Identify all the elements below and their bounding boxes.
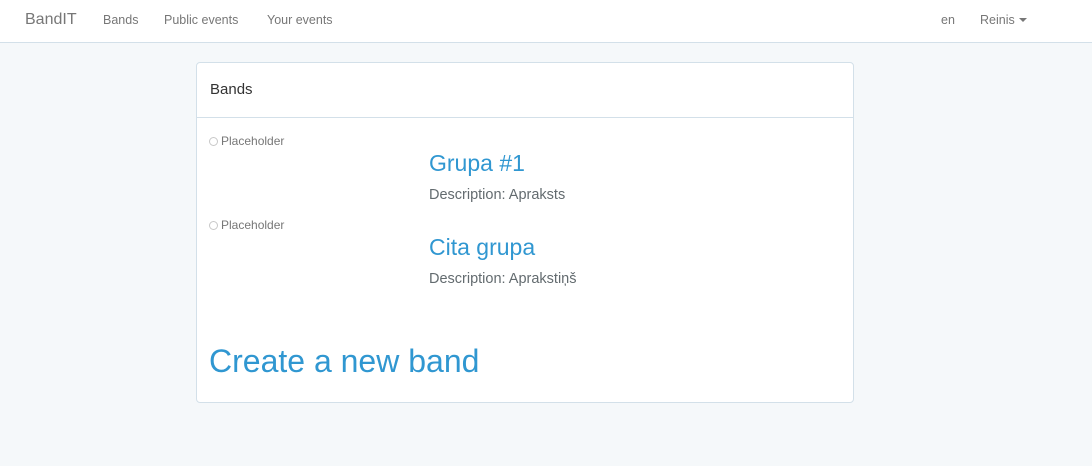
band-image-placeholder: Placeholder	[209, 218, 284, 232]
band-image-alt: Placeholder	[221, 218, 285, 232]
bands-panel: Bands Placeholder Grupa #1 Description: …	[196, 62, 854, 403]
create-band-link[interactable]: Create a new band	[209, 343, 479, 380]
band-description: Description: Aprakstiņš	[429, 271, 577, 287]
band-name-link[interactable]: Cita grupa	[429, 234, 535, 261]
band-item: Placeholder Cita grupa Description: Apra…	[197, 216, 853, 296]
broken-image-icon	[209, 136, 218, 146]
language-switcher[interactable]: en	[941, 13, 955, 27]
band-image-alt: Placeholder	[221, 134, 285, 148]
nav-link-public-events[interactable]: Public events	[164, 13, 238, 27]
panel-title: Bands	[210, 81, 253, 98]
nav-link-your-events[interactable]: Your events	[267, 13, 333, 27]
band-name-link[interactable]: Grupa #1	[429, 150, 525, 177]
band-item: Placeholder Grupa #1 Description: Apraks…	[197, 132, 853, 212]
nav-link-bands[interactable]: Bands	[103, 13, 138, 27]
band-description: Description: Apraksts	[429, 187, 566, 203]
brand-link[interactable]: BandIT	[25, 11, 77, 29]
band-image-placeholder: Placeholder	[209, 134, 284, 148]
user-name: Reinis	[980, 13, 1015, 27]
top-navbar: BandIT Bands Public events Your events e…	[0, 0, 1092, 43]
broken-image-icon	[209, 220, 218, 230]
caret-down-icon	[1018, 17, 1027, 22]
user-menu-toggle[interactable]: Reinis	[980, 13, 1027, 27]
panel-heading: Bands	[197, 63, 853, 118]
